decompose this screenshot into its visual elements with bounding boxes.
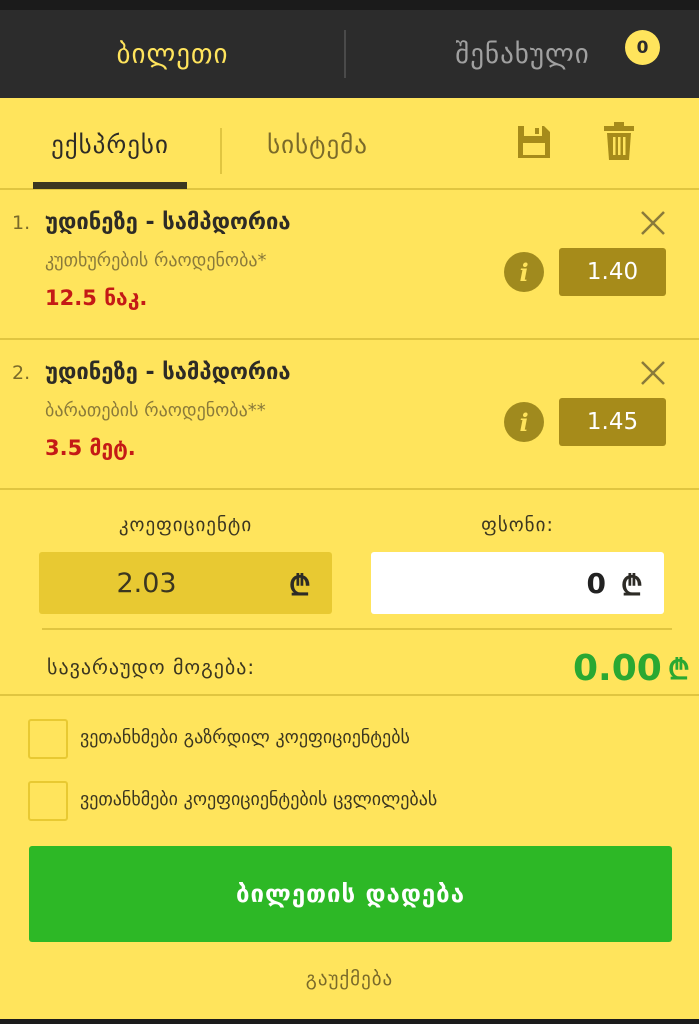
bet-item: 1. უდინეზე - სამპდორია კუთხურების რაოდენ… xyxy=(0,190,699,340)
checkbox[interactable] xyxy=(28,719,68,759)
mode-bar: ექსპრესი სისტემა xyxy=(0,98,699,190)
stake-value: 0 xyxy=(586,566,606,600)
active-tab-indicator xyxy=(33,182,187,189)
coefficient-label: კოეფიციენტი xyxy=(118,514,253,536)
accept-increased-odds-checkbox[interactable]: ვეთანხმები გაზრდილ კოეფიციენტებს xyxy=(28,719,678,759)
info-icon[interactable]: i xyxy=(504,402,544,442)
status-strip xyxy=(0,0,699,10)
tab-system[interactable]: სისტემა xyxy=(240,98,395,190)
tab-ticket[interactable]: ბილეთი xyxy=(0,10,345,98)
potential-win-value: 0.00 xyxy=(573,648,662,689)
potential-win-label: სავარაუდო მოგება: xyxy=(47,655,256,679)
remove-bet-button[interactable] xyxy=(638,208,668,238)
save-button[interactable] xyxy=(516,124,552,160)
header: ბილეთი შენახული 0 xyxy=(0,10,699,98)
bet-outcome: 3.5 მეტ. xyxy=(45,436,136,460)
tab-express[interactable]: ექსპრესი xyxy=(33,98,187,190)
tab-system-label: სისტემა xyxy=(267,129,368,159)
bet-number: 1. xyxy=(12,212,31,234)
bet-number: 2. xyxy=(12,362,31,384)
mode-divider xyxy=(220,128,222,174)
close-icon xyxy=(641,211,665,235)
bet-outcome: 12.5 ნაკ. xyxy=(45,286,148,310)
checkbox[interactable] xyxy=(28,781,68,821)
stake-input[interactable]: 0 ₾ xyxy=(371,552,664,614)
checkbox-label: ვეთანხმები კოეფიციენტების ცვლილებას xyxy=(80,789,438,810)
accept-odds-changes-checkbox[interactable]: ვეთანხმები კოეფიციენტების ცვლილებას xyxy=(28,781,678,821)
bet-match: უდინეზე - სამპდორია xyxy=(45,360,291,385)
cancel-button[interactable]: გაუქმება xyxy=(0,968,699,990)
tab-ticket-label: ბილეთი xyxy=(116,38,229,70)
coefficient-box: 2.03 ₾ xyxy=(39,552,332,614)
tab-saved-label: შენახული xyxy=(455,38,590,70)
bottom-strip xyxy=(0,1019,699,1024)
bet-market: ბარათების რაოდენობა** xyxy=(45,400,266,421)
save-icon xyxy=(518,126,550,158)
clear-button[interactable] xyxy=(604,122,634,160)
trash-icon xyxy=(604,122,634,160)
bet-odd: 1.45 xyxy=(559,398,666,446)
lari-icon: ₾ xyxy=(289,569,311,602)
remove-bet-button[interactable] xyxy=(638,358,668,388)
bet-item: 2. უდინეზე - სამპდორია ბარათების რაოდენო… xyxy=(0,340,699,490)
checkbox-label: ვეთანხმები გაზრდილ კოეფიციენტებს xyxy=(80,727,410,748)
lari-icon: ₾ xyxy=(621,569,643,602)
bet-odd: 1.40 xyxy=(559,248,666,296)
summary-divider xyxy=(42,628,672,630)
place-bet-button[interactable]: ბილეთის დადება xyxy=(29,846,672,942)
info-icon[interactable]: i xyxy=(504,252,544,292)
close-icon xyxy=(641,361,665,385)
lari-icon: ₾ xyxy=(668,653,690,686)
bet-market: კუთხურების რაოდენობა* xyxy=(45,250,267,271)
tab-express-label: ექსპრესი xyxy=(51,129,169,159)
coefficient-value: 2.03 xyxy=(116,567,177,599)
bet-summary: კოეფიციენტი ფსონი: 2.03 ₾ 0 ₾ სავარაუდო … xyxy=(0,490,699,696)
saved-count-badge: 0 xyxy=(625,30,660,65)
stake-label: ფსონი: xyxy=(481,514,554,536)
bet-match: უდინეზე - სამპდორია xyxy=(45,210,291,235)
